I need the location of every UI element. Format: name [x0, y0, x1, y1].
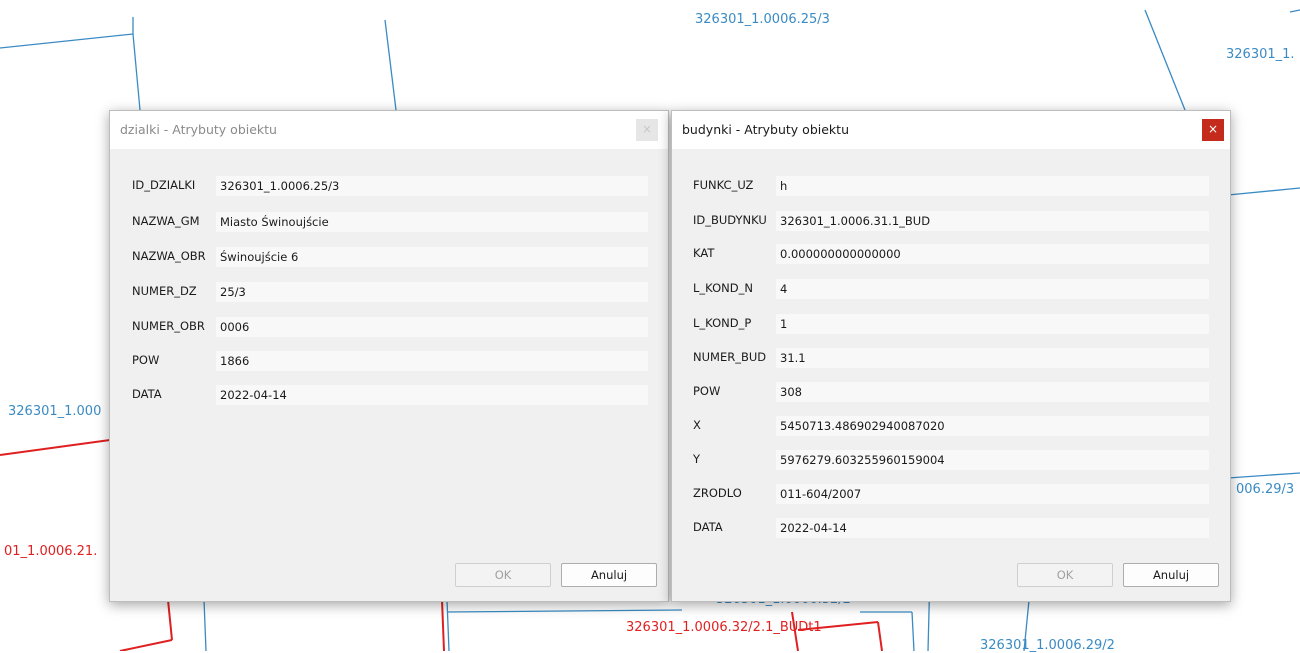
close-icon[interactable]: ×	[636, 119, 658, 141]
field-row: ID_BUDYNKU 326301_1.0006.31.1_BUD	[693, 211, 1209, 231]
field-value-input[interactable]: 326301_1.0006.25/3	[216, 176, 648, 196]
field-value-input[interactable]: 2022-04-14	[776, 518, 1209, 538]
ok-button[interactable]: OK	[455, 563, 551, 587]
parcel-label: 326301_1.	[1226, 47, 1295, 62]
budynki-attributes-dialog: budynki - Atrybuty obiektu × FUNKC_UZ h …	[671, 110, 1231, 602]
field-label: NUMER_BUD	[693, 350, 767, 364]
field-row: FUNKC_UZ h	[693, 176, 1209, 196]
dialog-title: dzialki - Atrybuty obiektu	[120, 122, 277, 137]
field-label: DATA	[693, 520, 723, 534]
field-label: ID_BUDYNKU	[693, 213, 767, 227]
field-row: NUMER_OBR 0006	[132, 317, 648, 337]
building-label: 326301_1.0006.32/2.1_BUDt1	[626, 620, 822, 635]
dialog-titlebar[interactable]: budynki - Atrybuty obiektu ×	[672, 111, 1230, 149]
field-row: NUMER_DZ 25/3	[132, 282, 648, 302]
field-row: POW 308	[693, 382, 1209, 402]
field-row: POW 1866	[132, 351, 648, 371]
field-value-input[interactable]: Miasto Świnoujście	[216, 212, 648, 232]
field-label: POW	[693, 384, 721, 398]
field-row: X 5450713.486902940087020	[693, 416, 1209, 436]
field-row: NUMER_BUD 31.1	[693, 348, 1209, 368]
field-row: NAZWA_OBR Świnoujście 6	[132, 247, 648, 267]
field-label: DATA	[132, 387, 162, 401]
field-label: NUMER_DZ	[132, 284, 197, 298]
field-row: L_KOND_N 4	[693, 279, 1209, 299]
field-label: NUMER_OBR	[132, 319, 205, 333]
field-value-input[interactable]: 011-604/2007	[776, 484, 1209, 504]
field-label: ID_DZIALKI	[132, 178, 196, 192]
field-row: NAZWA_GM Miasto Świnoujście	[132, 212, 648, 232]
field-label: Y	[693, 452, 701, 466]
field-value-input[interactable]: 25/3	[216, 282, 648, 302]
field-label: FUNKC_UZ	[693, 178, 754, 192]
parcel-label: 326301_1.0006.25/3	[695, 12, 830, 27]
field-value-input[interactable]: 0006	[216, 317, 648, 337]
field-value-input[interactable]: Świnoujście 6	[216, 247, 648, 267]
dialog-title: budynki - Atrybuty obiektu	[682, 122, 849, 137]
field-label: X	[693, 418, 701, 432]
cancel-button[interactable]: Anuluj	[561, 563, 657, 587]
field-row: ID_DZIALKI 326301_1.0006.25/3	[132, 176, 648, 196]
field-row: KAT 0.000000000000000	[693, 244, 1209, 264]
dzialki-attributes-dialog: dzialki - Atrybuty obiektu × ID_DZIALKI …	[109, 110, 669, 602]
field-row: DATA 2022-04-14	[132, 385, 648, 405]
field-label: NAZWA_OBR	[132, 249, 206, 263]
field-value-input[interactable]: 1	[776, 314, 1209, 334]
dialog-titlebar[interactable]: dzialki - Atrybuty obiektu ×	[110, 111, 668, 149]
field-value-input[interactable]: 308	[776, 382, 1209, 402]
parcel-label: 01_1.0006.21.	[4, 544, 98, 559]
field-value-input[interactable]: 31.1	[776, 348, 1209, 368]
field-label: NAZWA_GM	[132, 214, 200, 228]
field-value-input[interactable]: 326301_1.0006.31.1_BUD	[776, 211, 1209, 231]
field-value-input[interactable]: 0.000000000000000	[776, 244, 1209, 264]
field-value-input[interactable]: 5450713.486902940087020	[776, 416, 1209, 436]
field-label: POW	[132, 353, 160, 367]
field-label: KAT	[693, 246, 715, 260]
field-value-input[interactable]: h	[776, 176, 1209, 196]
field-label: L_KOND_N	[693, 281, 753, 295]
field-row: Y 5976279.603255960159004	[693, 450, 1209, 470]
ok-button[interactable]: OK	[1017, 563, 1113, 587]
field-value-input[interactable]: 2022-04-14	[216, 385, 648, 405]
parcel-label: 006.29/3	[1236, 482, 1295, 497]
field-value-input[interactable]: 4	[776, 279, 1209, 299]
field-value-input[interactable]: 1866	[216, 351, 648, 371]
field-row: ZRODLO 011-604/2007	[693, 484, 1209, 504]
field-row: L_KOND_P 1	[693, 314, 1209, 334]
cancel-button[interactable]: Anuluj	[1123, 563, 1219, 587]
close-icon[interactable]: ×	[1202, 119, 1224, 141]
field-label: L_KOND_P	[693, 316, 752, 330]
field-label: ZRODLO	[693, 486, 742, 500]
parcel-label: 326301_1.000	[8, 404, 102, 419]
field-row: DATA 2022-04-14	[693, 518, 1209, 538]
field-value-input[interactable]: 5976279.603255960159004	[776, 450, 1209, 470]
